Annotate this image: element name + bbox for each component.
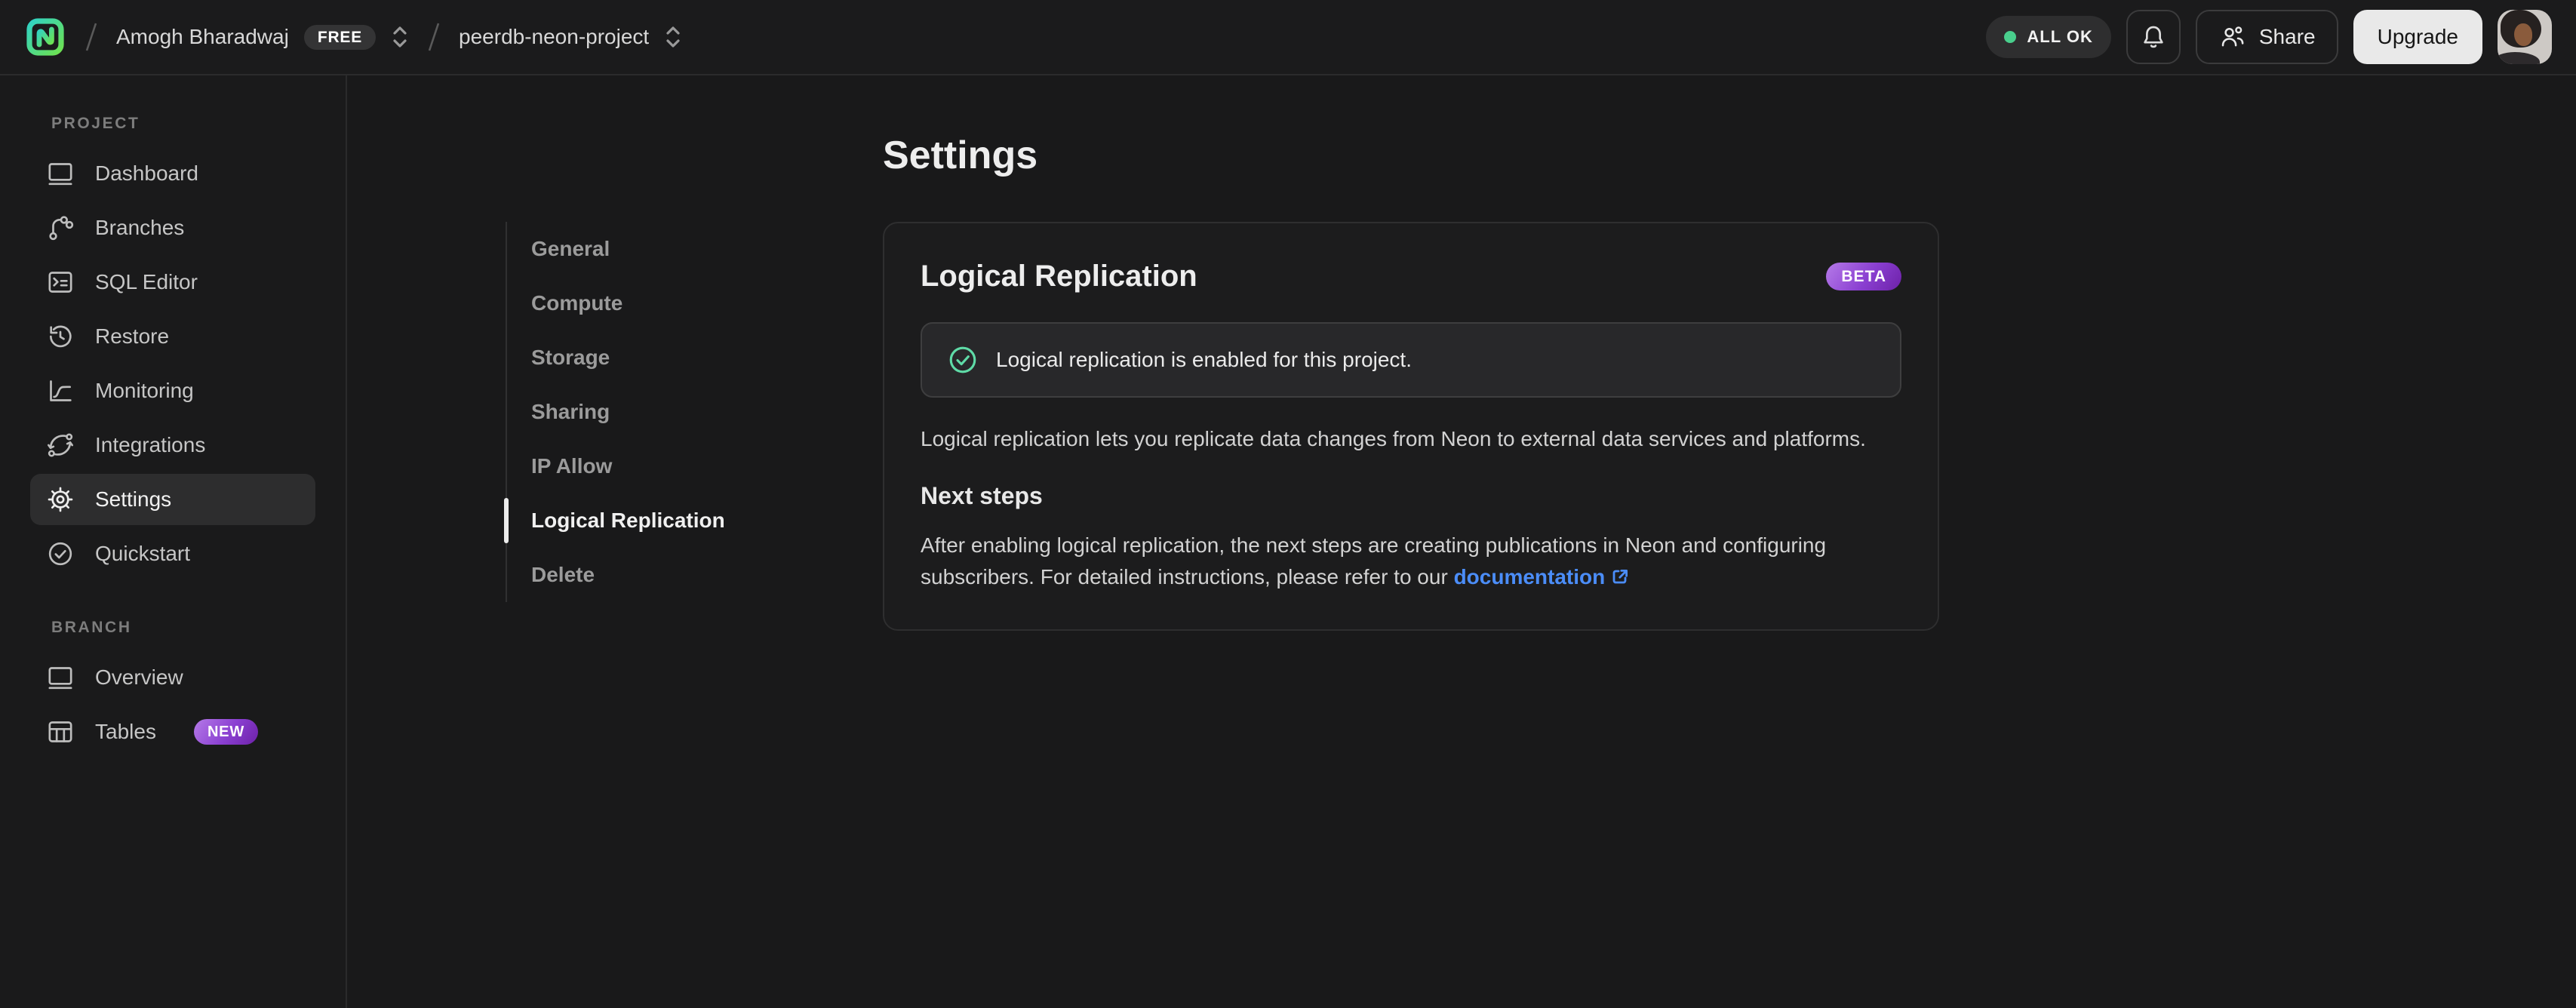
avatar[interactable]	[2498, 10, 2552, 64]
share-button-label: Share	[2258, 25, 2316, 48]
app-shell: PROJECT Dashboard Branches SQL Editor Re…	[0, 75, 2576, 1008]
sidebar-item-label: Monitoring	[95, 379, 194, 402]
success-banner: Logical replication is enabled for this …	[921, 322, 1901, 398]
sidebar-item-label: Overview	[95, 665, 183, 689]
subnav-item-general[interactable]: General	[507, 222, 777, 276]
sidebar-section-branch: BRANCH	[51, 619, 132, 636]
settings-subnav: General Compute Storage Sharing IP Allow…	[504, 222, 777, 602]
next-steps-text: After enabling logical replication, the …	[921, 530, 1901, 593]
sidebar-item-sql-editor[interactable]: SQL Editor	[30, 257, 315, 308]
plan-badge: FREE	[303, 24, 377, 50]
page-title: Settings	[883, 134, 1038, 177]
sidebar-item-quickstart[interactable]: Quickstart	[30, 528, 315, 579]
sidebar-item-dashboard[interactable]: Dashboard	[30, 148, 315, 199]
sidebar-item-label: SQL Editor	[95, 270, 198, 293]
branches-icon	[49, 216, 74, 241]
project-switcher-chevrons-icon[interactable]	[664, 23, 682, 51]
top-bar: Amogh Bharadwaj FREE peerdb-neon-project…	[0, 0, 2576, 75]
upgrade-button[interactable]: Upgrade	[2353, 10, 2482, 64]
breadcrumb-project[interactable]: peerdb-neon-project	[459, 25, 649, 49]
breadcrumb-separator-icon	[85, 23, 97, 51]
documentation-link[interactable]: documentation	[1454, 565, 1631, 589]
subnav-item-sharing[interactable]: Sharing	[507, 385, 777, 439]
tables-icon	[48, 721, 72, 742]
subnav-item-delete[interactable]: Delete	[507, 548, 777, 602]
avatar-torso	[2498, 52, 2540, 64]
sidebar: PROJECT Dashboard Branches SQL Editor Re…	[0, 75, 347, 1008]
card-title: Logical Replication	[921, 260, 1197, 293]
sidebar-item-label: Restore	[95, 324, 170, 348]
sidebar-item-tables[interactable]: Tables NEW	[30, 706, 315, 758]
logical-replication-card: Logical Replication BETA Logical replica…	[883, 222, 1939, 631]
sidebar-item-label: Integrations	[95, 433, 206, 456]
description-text: Logical replication lets you replicate d…	[921, 427, 1866, 450]
topbar-actions: ALL OK Share Upgrade	[1986, 10, 2552, 64]
sidebar-item-label: Tables	[95, 720, 156, 743]
users-icon	[2221, 26, 2244, 47]
sidebar-item-overview[interactable]: Overview	[30, 652, 315, 703]
settings-panel: Settings Logical Replication BETA Logica…	[883, 75, 1939, 1008]
sidebar-item-label: Settings	[95, 487, 172, 511]
neon-logo-icon[interactable]	[24, 16, 66, 58]
overview-icon	[48, 667, 72, 690]
breadcrumb-separator-icon	[428, 23, 440, 51]
sidebar-item-label: Quickstart	[95, 542, 191, 565]
documentation-link-label: documentation	[1453, 565, 1606, 589]
card-header: Logical Replication BETA	[921, 260, 1901, 293]
dashboard-icon	[48, 163, 72, 186]
integrations-icon	[47, 433, 73, 457]
neon-console: Amogh Bharadwaj FREE peerdb-neon-project…	[0, 0, 2576, 1008]
next-steps-body: After enabling logical replication, the …	[921, 533, 1827, 589]
notifications-button[interactable]	[2126, 10, 2181, 64]
avatar-face	[2514, 23, 2532, 46]
main-content: General Compute Storage Sharing IP Allow…	[347, 75, 2576, 1008]
share-button[interactable]: Share	[2195, 10, 2338, 64]
subnav-item-logical-replication[interactable]: Logical Replication	[504, 493, 777, 548]
subnav-item-compute[interactable]: Compute	[507, 276, 777, 330]
external-link-icon	[1612, 570, 1628, 584]
settings-gear-icon	[48, 487, 73, 512]
monitoring-icon	[50, 380, 72, 401]
status-dot-icon	[2004, 31, 2017, 43]
sidebar-section-project: PROJECT	[51, 115, 140, 132]
subnav-item-storage[interactable]: Storage	[507, 330, 777, 385]
org-switcher-chevrons-icon[interactable]	[391, 23, 409, 51]
sql-editor-icon	[48, 272, 72, 293]
sidebar-item-label: Branches	[95, 216, 185, 239]
breadcrumb-org[interactable]: Amogh Bharadwaj	[116, 25, 289, 49]
status-badge[interactable]: ALL OK	[1986, 16, 2111, 58]
next-steps-title: Next steps	[921, 482, 1043, 509]
status-badge-label: ALL OK	[2027, 27, 2093, 46]
success-banner-text: Logical replication is enabled for this …	[996, 348, 1412, 371]
sidebar-item-restore[interactable]: Restore	[30, 311, 315, 362]
sidebar-item-settings[interactable]: Settings	[30, 474, 315, 525]
sidebar-item-branches[interactable]: Branches	[30, 202, 315, 254]
beta-badge: BETA	[1826, 263, 1901, 290]
check-circle-icon	[949, 346, 976, 373]
upgrade-button-label: Upgrade	[2377, 25, 2458, 48]
sidebar-item-integrations[interactable]: Integrations	[30, 419, 315, 471]
new-badge: NEW	[193, 719, 258, 745]
quickstart-check-icon	[48, 542, 72, 566]
restore-icon	[50, 325, 72, 348]
sidebar-item-monitoring[interactable]: Monitoring	[30, 365, 315, 416]
sidebar-item-label: Dashboard	[95, 161, 198, 185]
subnav-item-ip-allow[interactable]: IP Allow	[507, 439, 777, 493]
bell-icon	[2144, 26, 2163, 48]
